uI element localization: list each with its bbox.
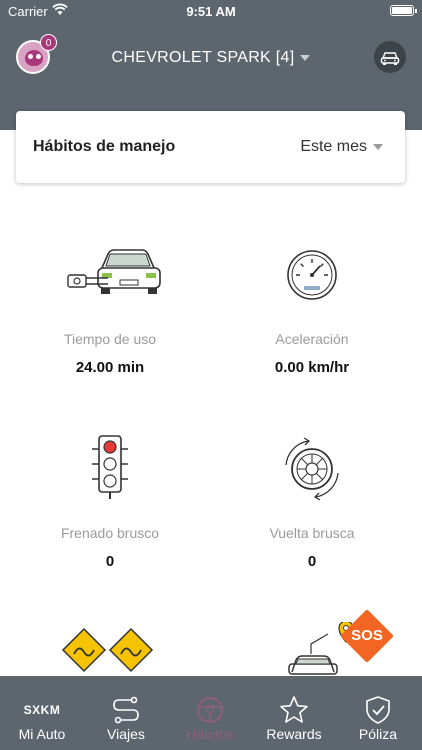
tab-label: Mi Auto: [18, 726, 66, 742]
tab-label: Póliza: [358, 726, 398, 742]
metric-value: 0: [105, 553, 115, 570]
metric-value: 0: [307, 553, 317, 570]
metric-label: Frenado brusco: [60, 525, 160, 541]
sos-label: SOS: [351, 627, 383, 644]
vehicle-selector[interactable]: CHEVROLET SPARK [4]: [0, 49, 422, 67]
metric-label: Tiempo de uso: [63, 331, 157, 347]
tab-label: Hábitos: [186, 726, 234, 742]
tab-label: Rewards: [266, 726, 322, 742]
metric-value: 0.00 km/hr: [274, 359, 350, 376]
status-bar: Carrier 9:51 AM: [0, 0, 422, 22]
road-hazard-signs-icon: [61, 627, 154, 673]
vehicle-name: CHEVROLET SPARK [4]: [111, 49, 295, 66]
traffic-light-icon: [92, 435, 128, 499]
tab-label: Viajes: [107, 726, 145, 742]
sxkm-logo-icon: SXKM: [23, 703, 61, 717]
tire-turn-icon: [285, 437, 339, 501]
metric-usage-time: Tiempo de uso 24.00 min: [10, 235, 210, 385]
chevron-down-icon: [300, 54, 311, 61]
metric-sharp-turn: Vuelta brusca 0: [212, 433, 412, 578]
period-selector[interactable]: Este mes: [300, 138, 367, 156]
battery-icon: [390, 5, 417, 16]
route-icon: [113, 696, 139, 724]
vehicle-button[interactable]: [374, 41, 406, 73]
card-title: Hábitos de manejo: [33, 138, 176, 155]
tab-rewards[interactable]: Rewards: [252, 676, 336, 750]
tab-bar: SXKM Mi Auto Viajes Hábitos Rewards Póli…: [0, 676, 422, 750]
speedometer-icon: [287, 250, 337, 300]
tab-mi-auto[interactable]: SXKM Mi Auto: [0, 676, 84, 750]
shield-check-icon: [366, 696, 390, 724]
clock: 9:51 AM: [186, 4, 236, 19]
tab-viajes[interactable]: Viajes: [84, 676, 168, 750]
chevron-down-icon[interactable]: [373, 144, 383, 150]
car-icon: [380, 52, 400, 65]
metric-acceleration: Aceleración 0.00 km/hr: [212, 235, 412, 385]
driving-habits-card: Hábitos de manejo Este mes: [16, 111, 405, 183]
metric-value: 24.00 min: [75, 359, 145, 376]
star-icon: [280, 696, 308, 723]
metric-label: Vuelta brusca: [269, 525, 355, 541]
car-usage-time-icon: [67, 249, 161, 294]
steering-wheel-icon: [197, 697, 223, 723]
tab-poliza[interactable]: Póliza: [336, 676, 420, 750]
metric-label: Aceleración: [275, 331, 349, 347]
metric-hard-braking: Frenado brusco 0: [10, 433, 210, 578]
tab-habitos[interactable]: Hábitos: [168, 676, 252, 750]
